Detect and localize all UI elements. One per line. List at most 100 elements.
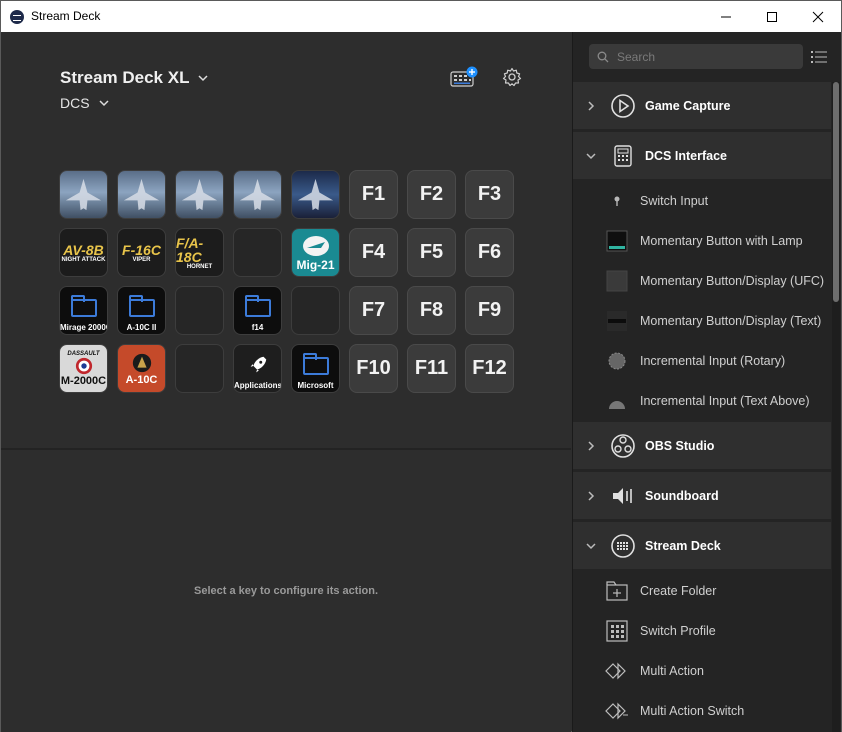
deck-key[interactable] (233, 170, 282, 219)
play-circle-icon (611, 93, 635, 118)
text-button-icon (607, 311, 627, 331)
chevron-down-icon (198, 75, 208, 82)
deck-key[interactable]: F3 (465, 170, 514, 219)
deck-key[interactable] (291, 170, 340, 219)
add-device-icon[interactable] (450, 66, 478, 88)
deck-key[interactable]: AV-8B NIGHT ATTACK (59, 228, 108, 277)
action-item[interactable]: Momentary Button/Display (UFC) (573, 261, 831, 301)
scrollbar[interactable] (832, 82, 840, 732)
action-item[interactable]: Create Folder (573, 571, 831, 611)
deck-key[interactable] (233, 228, 282, 277)
deck-key[interactable]: F9 (465, 286, 514, 335)
action-item[interactable]: Momentary Button with Lamp (573, 221, 831, 261)
deck-key[interactable]: F11 (407, 344, 456, 393)
deck-key[interactable]: F4 (349, 228, 398, 277)
deck-key[interactable] (175, 286, 224, 335)
action-item[interactable]: Incremental Input (Rotary) (573, 341, 831, 381)
profile-selector[interactable]: DCS (60, 95, 110, 111)
switch-profile-icon (606, 620, 628, 642)
key-label: Mirage 2000C (60, 323, 108, 332)
dcs-interface-icon (614, 144, 632, 167)
action-label: Multi Action (640, 664, 704, 678)
search-input[interactable] (617, 49, 787, 64)
category-dcs-interface[interactable]: DCS Interface (573, 132, 831, 180)
deck-key[interactable] (117, 170, 166, 219)
deck-key[interactable]: F7 (349, 286, 398, 335)
key-label: A-10C (125, 373, 158, 386)
key-label: F7 (361, 299, 386, 321)
scrollbar-thumb[interactable] (833, 82, 839, 302)
deck-key[interactable]: F2 (407, 170, 456, 219)
key-label: M-2000C (60, 374, 107, 387)
key-label: F2 (419, 183, 444, 205)
deck-key[interactable]: F5 (407, 228, 456, 277)
key-label: F1 (361, 183, 386, 205)
key-label: F5 (419, 241, 444, 263)
window-title: Stream Deck (31, 9, 101, 23)
category-stream-deck[interactable]: Stream Deck (573, 522, 831, 570)
action-label: Switch Profile (640, 624, 716, 638)
action-item[interactable]: Momentary Button/Display (Text) (573, 301, 831, 341)
deck-key[interactable]: f14 (233, 286, 282, 335)
category-label: Soundboard (645, 488, 719, 503)
key-label: F3 (477, 183, 502, 205)
action-label: Momentary Button with Lamp (640, 234, 803, 248)
deck-key[interactable] (175, 170, 224, 219)
category-label: OBS Studio (645, 438, 715, 453)
list-view-icon[interactable] (811, 49, 827, 65)
category-label: Stream Deck (645, 538, 721, 553)
switch-icon (614, 196, 620, 206)
action-item[interactable]: Incremental Input (Text Above) (573, 381, 831, 421)
key-label: Applications (234, 381, 282, 390)
device-selector[interactable]: Stream Deck XL (60, 68, 209, 88)
action-label: Incremental Input (Rotary) (640, 354, 786, 368)
ufc-button-icon (606, 270, 628, 292)
deck-key[interactable] (59, 170, 108, 219)
deck-key[interactable]: A-10C (117, 344, 166, 393)
category-game-capture[interactable]: Game Capture (573, 82, 831, 130)
maximize-button[interactable] (749, 1, 795, 32)
action-item[interactable]: Switch Input (573, 181, 831, 221)
profile-name: DCS (60, 95, 90, 111)
aircraft-image-icon (123, 178, 160, 211)
folder-icon (70, 294, 97, 317)
aircraft-image-icon (297, 178, 334, 211)
deck-key[interactable]: Mirage 2000C (59, 286, 108, 335)
category-soundboard[interactable]: Soundboard (573, 472, 831, 520)
configure-hint: Select a key to configure its action. (194, 585, 378, 597)
stream-deck-icon (611, 533, 635, 558)
aircraft-image-icon (65, 178, 102, 211)
deck-key[interactable]: F-16C VIPER (117, 228, 166, 277)
search-box[interactable] (589, 44, 803, 69)
aircraft-image-icon (239, 178, 276, 211)
deck-key[interactable]: F12 (465, 344, 514, 393)
deck-key[interactable]: A-10C II (117, 286, 166, 335)
action-item[interactable]: Multi Action (573, 651, 831, 691)
deck-key[interactable]: F6 (465, 228, 514, 277)
action-item[interactable]: Switch Profile (573, 611, 831, 651)
deck-key[interactable]: DASSAULT M-2000C (59, 344, 108, 393)
deck-key[interactable]: F10 (349, 344, 398, 393)
action-label: Create Folder (640, 584, 717, 598)
deck-key[interactable]: Mig-21 (291, 228, 340, 277)
gear-icon[interactable] (502, 67, 522, 87)
category-obs-studio[interactable]: OBS Studio (573, 422, 831, 470)
chevron-right-icon (588, 100, 595, 111)
key-label: AV-8B (63, 241, 104, 258)
deck-key[interactable]: Applications (233, 344, 282, 393)
folder-icon (244, 294, 271, 317)
action-item[interactable]: Multi Action Switch (573, 691, 831, 731)
deck-key[interactable] (291, 286, 340, 335)
close-button[interactable] (795, 1, 841, 32)
deck-key[interactable]: Microsoft (291, 344, 340, 393)
mig-logo-icon (302, 235, 329, 256)
deck-key[interactable]: F8 (407, 286, 456, 335)
multi-action-switch-icon (605, 702, 628, 720)
minimize-button[interactable] (703, 1, 749, 32)
key-label: F9 (477, 299, 502, 321)
deck-key[interactable] (175, 344, 224, 393)
action-label: Momentary Button/Display (UFC) (640, 274, 825, 288)
rocket-icon (250, 356, 266, 372)
deck-key[interactable]: F1 (349, 170, 398, 219)
deck-key[interactable]: F/A-18C HORNET (175, 228, 224, 277)
